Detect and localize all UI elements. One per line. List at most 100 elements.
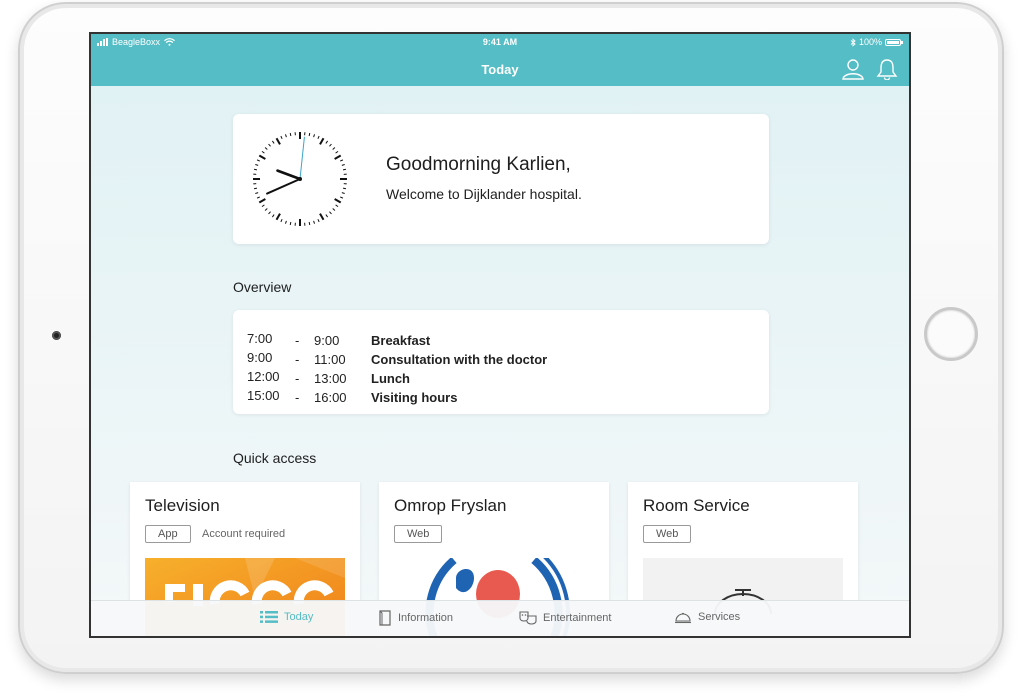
quick-access-card-title: Room Service: [643, 496, 750, 515]
tab-bar: Today Information Entertainment Services: [91, 600, 909, 636]
clock-hour-mark: [319, 213, 325, 221]
greeting-text: Goodmorning Karlien,: [386, 154, 571, 175]
clock-minute-mark: [253, 168, 258, 171]
schedule-row: 15:00 - 16:00 Visiting hours: [247, 388, 747, 407]
room-service-bell-icon: [675, 612, 691, 624]
schedule-dash: -: [295, 333, 300, 348]
quick-access-tag: Web: [643, 525, 692, 543]
clock-hour-mark: [334, 198, 342, 204]
clock-minute-mark: [332, 208, 336, 211]
schedule-dash: -: [295, 390, 300, 405]
schedule-row: 12:00 - 13:00 Lunch: [247, 369, 747, 388]
list-icon: [260, 611, 278, 623]
home-button[interactable]: [924, 307, 978, 361]
tab-services[interactable]: Services: [674, 610, 740, 624]
camera-icon: [52, 331, 61, 340]
status-right: 100%: [850, 37, 903, 47]
tab-today[interactable]: Today: [260, 610, 313, 624]
clock-minute-mark: [256, 196, 261, 199]
status-time: 9:41 AM: [482, 37, 518, 47]
bluetooth-icon: [850, 37, 856, 47]
clock-minute-mark: [285, 220, 287, 224]
clock-minute-mark: [264, 208, 268, 211]
welcome-message: Welcome to Dijklander hospital.: [386, 186, 582, 202]
quick-access-tag: Web: [394, 525, 443, 543]
clock-minute-mark: [317, 218, 320, 223]
quick-access-note: Account required: [202, 528, 286, 540]
clock-minute-mark: [261, 204, 265, 208]
schedule-start: 12:00: [247, 369, 280, 384]
quick-access-title: Quick access: [233, 450, 317, 466]
tab-information[interactable]: Information: [378, 610, 453, 626]
battery-percent: 100%: [858, 37, 882, 47]
schedule-end: 16:00: [314, 390, 347, 405]
schedule-start: 15:00: [247, 388, 280, 403]
tab-label: Entertainment: [543, 612, 612, 624]
second-hand: [299, 136, 305, 180]
book-icon: [379, 610, 391, 626]
quick-access-card-title: Omrop Fryslan: [394, 496, 507, 515]
clock-minute-mark: [271, 214, 275, 218]
schedule-dash: -: [295, 352, 300, 367]
clock-minute-mark: [261, 150, 265, 154]
clock-icon: [253, 132, 347, 226]
bell-icon[interactable]: [875, 58, 899, 80]
clock-minute-mark: [268, 211, 271, 215]
clock-minute-mark: [308, 221, 311, 226]
schedule-start: 7:00: [247, 331, 273, 346]
page-title: Today: [481, 62, 519, 77]
theater-masks-icon: [519, 611, 537, 625]
clock-minute-mark: [289, 221, 292, 226]
clock-minute-mark: [285, 134, 287, 138]
schedule-event: Visiting hours: [371, 390, 458, 405]
clock-minute-mark: [264, 147, 268, 150]
schedule-event: Breakfast: [371, 333, 431, 348]
clock-hour-mark: [275, 137, 281, 145]
quick-access-tag: App: [145, 525, 191, 543]
clock-minute-mark: [289, 132, 292, 137]
tab-entertainment[interactable]: Entertainment: [519, 610, 611, 626]
clock-minute-mark: [313, 220, 315, 224]
clock-hour-mark: [258, 198, 266, 204]
overview-title: Overview: [233, 279, 292, 295]
clock-minute-mark: [253, 187, 258, 190]
minute-hand: [266, 178, 301, 195]
clock-minute-mark: [339, 196, 344, 199]
tab-label: Today: [284, 611, 314, 623]
top-bar: BeagleBoxx 9:41 AM 100% Today: [91, 34, 909, 86]
clock-minute-mark: [317, 135, 320, 140]
clock-minute-mark: [329, 143, 332, 147]
user-icon[interactable]: [841, 58, 865, 80]
schedule-start: 9:00: [247, 350, 273, 365]
schedule-row: 7:00 - 9:00 Breakfast: [247, 331, 747, 350]
clock-minute-mark: [308, 132, 311, 137]
clock-minute-mark: [255, 164, 259, 166]
clock-minute-mark: [329, 211, 332, 215]
tab-label: Services: [698, 611, 741, 623]
clock-minute-mark: [280, 218, 283, 223]
clock-minute-mark: [342, 187, 347, 190]
clock-minute-mark: [335, 204, 339, 208]
app-viewport: BeagleBoxx 9:41 AM 100% Today Goodmornin…: [91, 34, 909, 636]
clock-hour-mark: [275, 213, 281, 221]
tab-label: Information: [398, 612, 454, 624]
hour-hand: [276, 169, 302, 181]
schedule-end: 13:00: [314, 371, 347, 386]
clock-minute-mark: [255, 192, 259, 194]
clock-hour-mark: [319, 137, 325, 145]
schedule-event: Lunch: [371, 371, 410, 386]
clock-minute-mark: [268, 143, 271, 147]
overview-card: 7:00 - 9:00 Breakfast 9:00 - 11:00 Consu…: [233, 310, 769, 414]
clock-minute-mark: [313, 134, 315, 138]
clock-minute-mark: [271, 140, 275, 144]
clock-minute-mark: [335, 150, 339, 154]
clock-minute-mark: [341, 164, 345, 166]
clock-hour-mark: [334, 154, 342, 160]
clock-minute-mark: [342, 168, 347, 171]
clock-minute-mark: [325, 140, 329, 144]
clock-minute-mark: [341, 192, 345, 194]
battery-icon: [885, 38, 903, 46]
clock-minute-mark: [256, 159, 261, 162]
quick-access-card-title: Television: [145, 496, 220, 515]
schedule-end: 9:00: [314, 333, 340, 348]
